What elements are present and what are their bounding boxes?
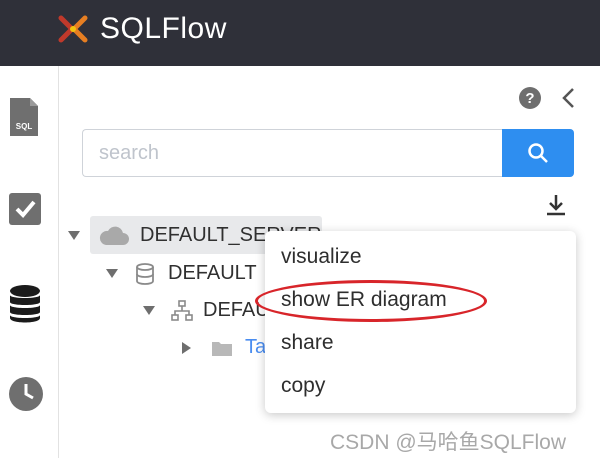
left-sidebar: SQL [0,66,59,458]
caret-right-icon[interactable] [182,341,191,354]
download-icon[interactable] [545,193,567,222]
sqlflow-logo-icon [58,15,88,43]
search-button[interactable] [502,129,574,177]
sql-file-icon-label: SQL [16,122,33,131]
menu-item-share[interactable]: share [281,331,334,355]
tree-node-database[interactable]: DEFAULT [106,262,257,285]
search-input[interactable] [82,129,504,177]
caret-down-icon[interactable] [68,231,80,240]
folder-icon [212,341,232,356]
database-icon[interactable] [8,284,42,329]
checkbox-icon[interactable] [8,192,42,231]
search-icon [528,143,548,163]
caret-down-icon[interactable] [106,269,118,278]
cloud-icon [99,226,129,245]
tree-node-label: DEFAULT [168,262,257,284]
caret-down-icon[interactable] [143,306,155,315]
question-circle-icon[interactable]: ? [518,86,542,115]
menu-item-show-er-diagram[interactable]: show ER diagram [281,288,447,312]
app-title: SQLFlow [100,12,227,45]
clock-icon[interactable] [8,376,44,417]
app-header: SQLFlow [0,0,600,66]
svg-text:?: ? [525,90,534,107]
hierarchy-icon [171,299,193,321]
context-menu: visualize show ER diagram share copy [265,231,576,413]
watermark: CSDN @马哈鱼SQLFlow [330,431,567,454]
database-icon [136,262,154,285]
sql-file-icon[interactable]: SQL [8,96,40,143]
menu-item-visualize[interactable]: visualize [281,245,362,269]
chevron-left-icon[interactable] [560,86,578,115]
menu-item-copy[interactable]: copy [281,374,325,398]
search-bar [82,129,574,177]
